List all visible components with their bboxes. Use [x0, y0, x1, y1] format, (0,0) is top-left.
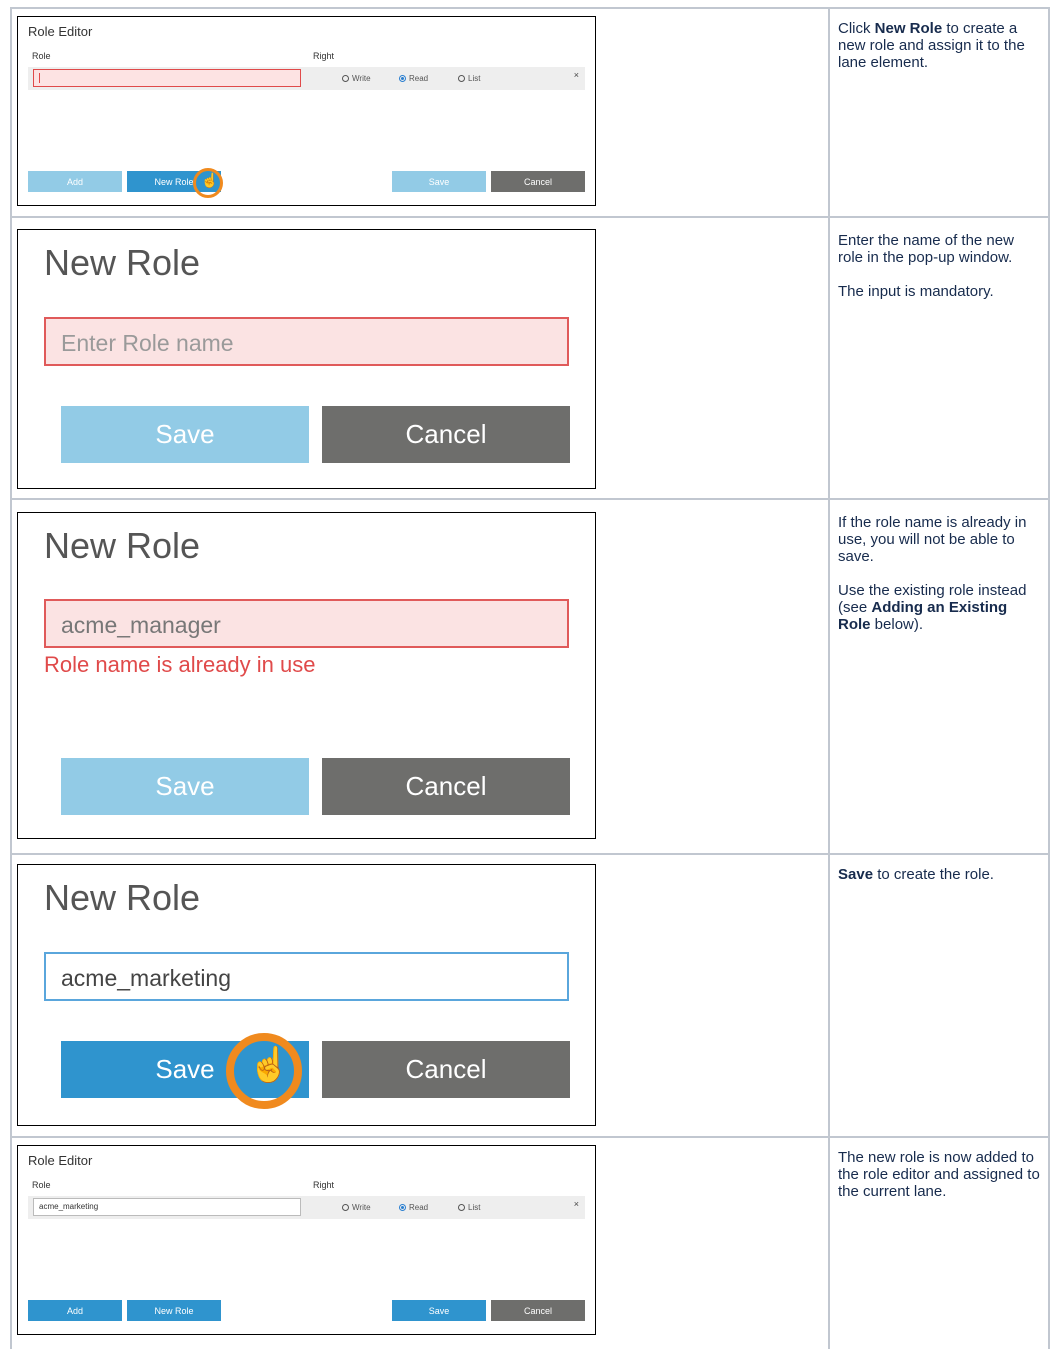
role-name-input[interactable]: Enter Role name	[44, 317, 569, 366]
column-divider	[10, 7, 12, 1349]
instruction-paragraph: Enter the name of the new role in the po…	[838, 232, 1014, 266]
column-divider	[828, 7, 830, 1349]
radio-selected-icon	[399, 1204, 406, 1211]
instruction-paragraph: Use the existing role instead (see Addin…	[838, 582, 1027, 633]
save-button[interactable]: Save	[61, 406, 309, 463]
instruction-paragraph: The new role is now added to the role ed…	[838, 1149, 1040, 1200]
cancel-button[interactable]: Cancel	[491, 171, 585, 192]
right-column-header: Right	[313, 51, 335, 61]
role-name-input[interactable]: acme_manager	[44, 599, 569, 648]
remove-role-icon[interactable]: ×	[574, 70, 579, 80]
radio-icon	[342, 1204, 349, 1211]
role-row: Write Read List ×	[28, 67, 585, 90]
row-divider	[10, 216, 1050, 218]
new-role-button[interactable]: New Role	[127, 1300, 221, 1321]
role-column-header: Role	[32, 51, 51, 61]
text-cursor	[39, 73, 40, 83]
radio-icon	[458, 75, 465, 82]
new-role-dialog-screenshot: New Role acme_manager Role name is alrea…	[17, 512, 596, 839]
remove-role-icon[interactable]: ×	[574, 1199, 579, 1209]
radio-list[interactable]: List	[458, 1203, 480, 1212]
role-name-input[interactable]	[33, 69, 301, 87]
instruction-paragraph: Save to create the role.	[838, 866, 994, 883]
role-name-input[interactable]: acme_marketing	[33, 1198, 301, 1216]
row-divider	[10, 853, 1050, 855]
role-editor-screenshot: Role Editor Role Right Write Read List ×…	[17, 16, 596, 206]
dialog-title: New Role	[44, 242, 201, 283]
instruction-text: Save to create the role.	[838, 866, 1043, 900]
save-button[interactable]: Save	[392, 171, 486, 192]
instruction-text: The new role is now added to the role ed…	[838, 1149, 1043, 1217]
role-column-header: Role	[32, 1180, 51, 1190]
role-editor-screenshot: Role Editor Role Right acme_marketing Wr…	[17, 1145, 596, 1335]
new-role-dialog-screenshot: New Role acme_marketing Save Cancel ☝	[17, 864, 596, 1126]
radio-read[interactable]: Read	[399, 1203, 428, 1212]
instruction-paragraph: If the role name is already in use, you …	[838, 514, 1027, 565]
instruction-paragraph: The input is mandatory.	[838, 283, 994, 300]
row-divider	[10, 1136, 1050, 1138]
dialog-title: New Role	[44, 525, 201, 566]
pointer-hand-icon: ☝	[248, 1046, 291, 1084]
role-row: acme_marketing Write Read List ×	[28, 1196, 585, 1219]
cancel-button[interactable]: Cancel	[322, 758, 570, 815]
dialog-title: Role Editor	[28, 1153, 93, 1168]
radio-write[interactable]: Write	[342, 1203, 371, 1212]
row-divider	[10, 498, 1050, 500]
dialog-title: Role Editor	[28, 24, 93, 39]
pointer-hand-icon: ☝	[201, 172, 219, 188]
right-column-header: Right	[313, 1180, 335, 1190]
radio-list[interactable]: List	[458, 74, 480, 83]
instruction-text: Click New Role to create a new role and …	[838, 20, 1043, 88]
error-message: Role name is already in use	[44, 652, 316, 677]
add-button[interactable]: Add	[28, 1300, 122, 1321]
instruction-text: If the role name is already in use, you …	[838, 514, 1043, 650]
role-name-input[interactable]: acme_marketing	[44, 952, 569, 1001]
row-divider	[10, 7, 1050, 9]
instruction-paragraph: Click New Role to create a new role and …	[838, 20, 1025, 71]
instruction-text: Enter the name of the new role in the po…	[838, 232, 1043, 317]
add-button[interactable]: Add	[28, 171, 122, 192]
save-button[interactable]: Save	[61, 758, 309, 815]
radio-write[interactable]: Write	[342, 74, 371, 83]
new-role-dialog-screenshot: New Role Enter Role name Save Cancel	[17, 229, 596, 489]
save-button[interactable]: Save	[392, 1300, 486, 1321]
dialog-title: New Role	[44, 877, 201, 918]
cancel-button[interactable]: Cancel	[491, 1300, 585, 1321]
cancel-button[interactable]: Cancel	[322, 1041, 570, 1098]
cancel-button[interactable]: Cancel	[322, 406, 570, 463]
radio-icon	[342, 75, 349, 82]
radio-icon	[458, 1204, 465, 1211]
radio-selected-icon	[399, 75, 406, 82]
radio-read[interactable]: Read	[399, 74, 428, 83]
